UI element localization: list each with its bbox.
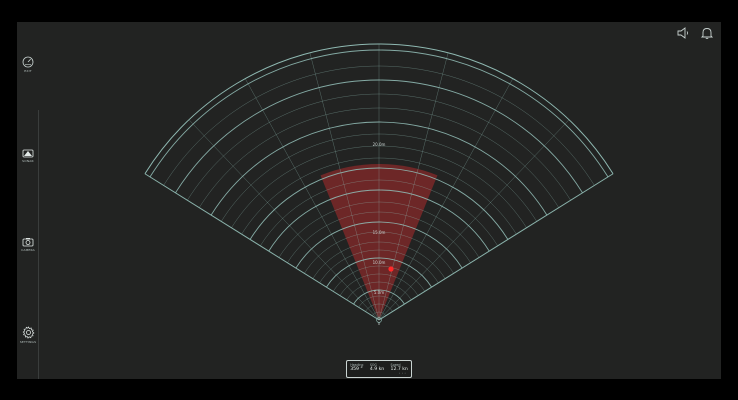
- status-sog: SOG 4.9 kn: [370, 363, 384, 373]
- more-indicator[interactable]: • • •: [399, 371, 406, 375]
- range-label: 15.0m: [373, 230, 386, 235]
- status-value: 359 °: [350, 367, 363, 372]
- status-heading: Heading 359 °: [350, 363, 363, 373]
- sonar-screen: Exit Sonar Camera Settings: [17, 22, 721, 379]
- range-label: 20.0m: [373, 142, 386, 147]
- range-label: 10.0m: [373, 260, 386, 265]
- sonar-fan-display[interactable]: 5.0m 10.0m 15.0m 20.0m 0: [17, 22, 721, 379]
- status-panel: Heading 359 ° SOG 4.9 kn Speed 12.7 kn •…: [346, 360, 412, 378]
- status-value: 4.9 kn: [369, 367, 385, 372]
- range-grid: [144, 43, 614, 323]
- range-label: 5.0m: [374, 290, 384, 295]
- origin-label: 0: [378, 322, 381, 326]
- sonar-target[interactable]: [388, 266, 394, 272]
